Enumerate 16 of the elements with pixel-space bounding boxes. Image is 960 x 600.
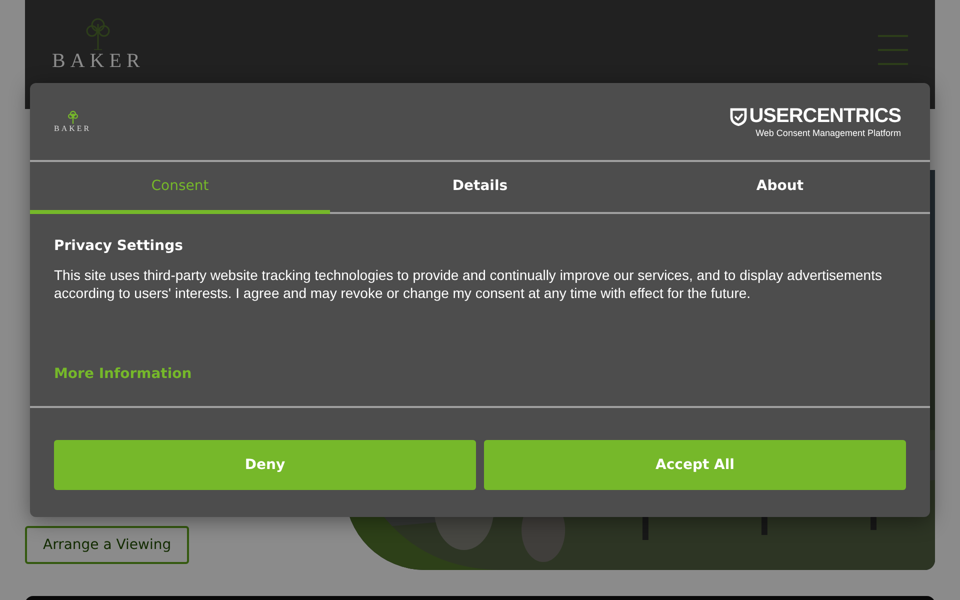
logo-text: BAKER — [52, 50, 145, 72]
dialog-heading: Privacy Settings — [54, 238, 184, 254]
logo-text: BAKER — [54, 124, 92, 133]
tree-icon — [66, 110, 79, 124]
brand-name: USERCENTRICS — [749, 105, 901, 128]
shield-icon — [730, 108, 748, 126]
arrange-viewing-button[interactable]: Arrange a Viewing — [25, 526, 190, 564]
deny-button[interactable]: Deny — [54, 440, 476, 490]
accept-all-button[interactable]: Accept All — [484, 440, 906, 490]
tab[interactable]: Consent — [30, 162, 330, 214]
brand-tagline: Web Consent Management Platform — [756, 128, 901, 138]
more-information-link[interactable]: More Information — [54, 366, 192, 382]
tab[interactable]: About — [630, 162, 930, 214]
menu-icon[interactable] — [878, 34, 908, 64]
consent-text: This site uses third-party website tracking technologies to provide and continually improve our services, and to display advertisements according to users' interests. I agree and may revoke or change my consent at any time with effect for the future. — [54, 266, 883, 302]
tab[interactable]: Details — [330, 162, 630, 214]
